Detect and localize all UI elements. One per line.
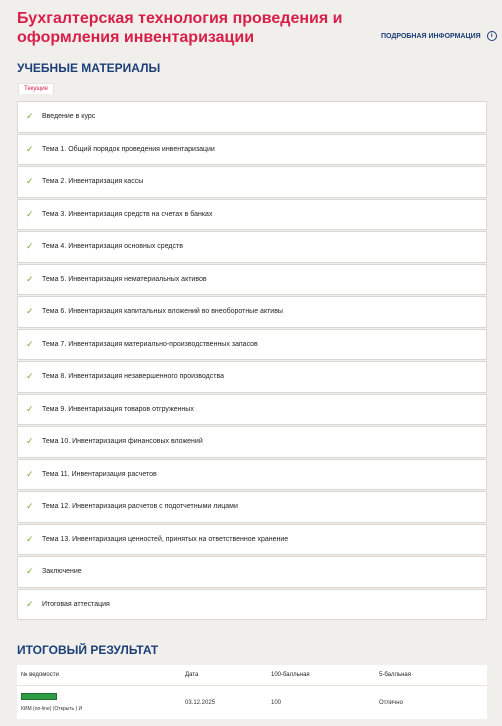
module-item-topic-1[interactable]: ✓ Тема 1. Общий порядок проведения инвент…: [17, 133, 487, 165]
module-label: Тема 3. Инвентаризация средств на счетах…: [42, 210, 213, 218]
module-label: Введение в курс: [42, 113, 96, 121]
check-icon: ✓: [26, 566, 34, 577]
module-item-topic-13[interactable]: ✓ Тема 13. Инвентаризация ценностей, прин…: [17, 523, 487, 555]
module-item-topic-6[interactable]: ✓ Тема 6. Инвентаризация капитальных влож…: [17, 296, 487, 328]
check-icon: ✓: [26, 176, 34, 187]
more-info-label: ПОДРОБНАЯ ИНФОРМАЦИЯ: [381, 32, 481, 40]
date-cell: 03.12.2025: [185, 699, 216, 706]
info-icon[interactable]: i: [486, 31, 497, 41]
column-header-score5: 5-балльная: [375, 665, 487, 686]
sheet-cell[interactable]: КИМ (on-line) (Открыть ) И: [17, 686, 181, 720]
module-label: Тема 2. Инвентаризация кассы: [42, 178, 144, 186]
module-label: Тема 10. Инвентаризация финансовых вложе…: [42, 438, 203, 446]
more-info-link[interactable]: ПОДРОБНАЯ ИНФОРМАЦИЯ i: [381, 31, 497, 41]
module-item-topic-12[interactable]: ✓ Тема 12. Инвентаризация расчетов с подо…: [17, 491, 487, 523]
check-icon: ✓: [26, 501, 34, 512]
check-icon: ✓: [26, 468, 34, 479]
module-label: Заключение: [42, 568, 82, 576]
check-icon: ✓: [26, 371, 34, 382]
module-label: Итоговая аттестация: [42, 600, 110, 608]
module-item-conclusion[interactable]: ✓ Заключение: [17, 556, 487, 588]
materials-heading: УЧЕБНЫЕ МАТЕРИАЛЫ: [17, 61, 161, 75]
module-label: Тема 9. Инвентаризация товаров отгруженн…: [42, 405, 194, 413]
module-label: Тема 13. Инвентаризация ценностей, приня…: [42, 535, 289, 543]
check-icon: ✓: [26, 208, 34, 219]
module-label: Тема 5. Инвентаризация нематериальных ак…: [42, 275, 207, 283]
score100-cell: 100: [271, 699, 282, 706]
module-item-topic-7[interactable]: ✓ Тема 7. Инвентаризация материально-прои…: [17, 328, 487, 360]
module-label: Тема 6. Инвентаризация капитальных вложе…: [42, 308, 283, 316]
progress-bar: [21, 693, 57, 700]
check-icon: ✓: [26, 436, 34, 447]
check-icon: ✓: [26, 111, 34, 122]
module-label: Тема 4. Инвентаризация основных средств: [42, 243, 183, 251]
module-label: Тема 12. Инвентаризация расчетов с подот…: [42, 503, 238, 511]
check-icon: ✓: [26, 598, 34, 609]
check-icon: ✓: [26, 143, 34, 154]
column-header-sheet: № ведомости: [17, 665, 181, 686]
module-item-final-attestation[interactable]: ✓ Итоговая аттестация: [17, 588, 487, 620]
column-header-date: Дата: [181, 665, 267, 686]
module-label: Тема 7. Инвентаризация материально-произ…: [42, 340, 258, 348]
module-item-topic-3[interactable]: ✓ Тема 3. Инвентаризация средств на счета…: [17, 198, 487, 230]
module-list: ✓ Введение в курс ✓ Тема 1. Общий порядок …: [17, 101, 487, 621]
module-item-topic-9[interactable]: ✓ Тема 9. Инвентаризация товаров отгружен…: [17, 393, 487, 425]
module-item-topic-2[interactable]: ✓ Тема 2. Инвентаризация кассы: [17, 166, 487, 198]
check-icon: ✓: [26, 306, 34, 317]
course-title: Бухгалтерская технология проведения и оф…: [17, 10, 343, 46]
column-header-score100: 100-балльная: [267, 665, 375, 686]
module-item-intro[interactable]: ✓ Введение в курс: [17, 101, 487, 133]
check-icon: ✓: [26, 403, 34, 414]
table-row: КИМ (on-line) (Открыть ) И 03.12.2025 10…: [17, 686, 487, 720]
module-item-topic-11[interactable]: ✓ Тема 11. Инвентаризация расчетов: [17, 458, 487, 490]
module-item-topic-4[interactable]: ✓ Тема 4. Инвентаризация основных средств: [17, 231, 487, 263]
sheet-link[interactable]: КИМ (on-line) (Открыть ) И: [21, 706, 181, 712]
module-label: Тема 8. Инвентаризация незавершенного пр…: [42, 373, 224, 381]
table-header-row: № ведомости Дата 100-балльная 5-балльная: [17, 665, 487, 686]
check-icon: ✓: [26, 241, 34, 252]
check-icon: ✓: [26, 338, 34, 349]
tab-current[interactable]: Текущие: [18, 83, 54, 94]
check-icon: ✓: [26, 273, 34, 284]
score5-cell: Отлично: [379, 699, 403, 706]
module-item-topic-8[interactable]: ✓ Тема 8. Инвентаризация незавершенного п…: [17, 361, 487, 393]
result-table: № ведомости Дата 100-балльная 5-балльная…: [17, 665, 487, 719]
result-heading: ИТОГОВЫЙ РЕЗУЛЬТАТ: [17, 643, 159, 657]
check-icon: ✓: [26, 533, 34, 544]
module-label: Тема 1. Общий порядок проведения инвента…: [42, 145, 215, 153]
module-item-topic-5[interactable]: ✓ Тема 5. Инвентаризация нематериальных а…: [17, 263, 487, 295]
module-item-topic-10[interactable]: ✓ Тема 10. Инвентаризация финансовых влож…: [17, 426, 487, 458]
module-label: Тема 11. Инвентаризация расчетов: [42, 470, 157, 478]
